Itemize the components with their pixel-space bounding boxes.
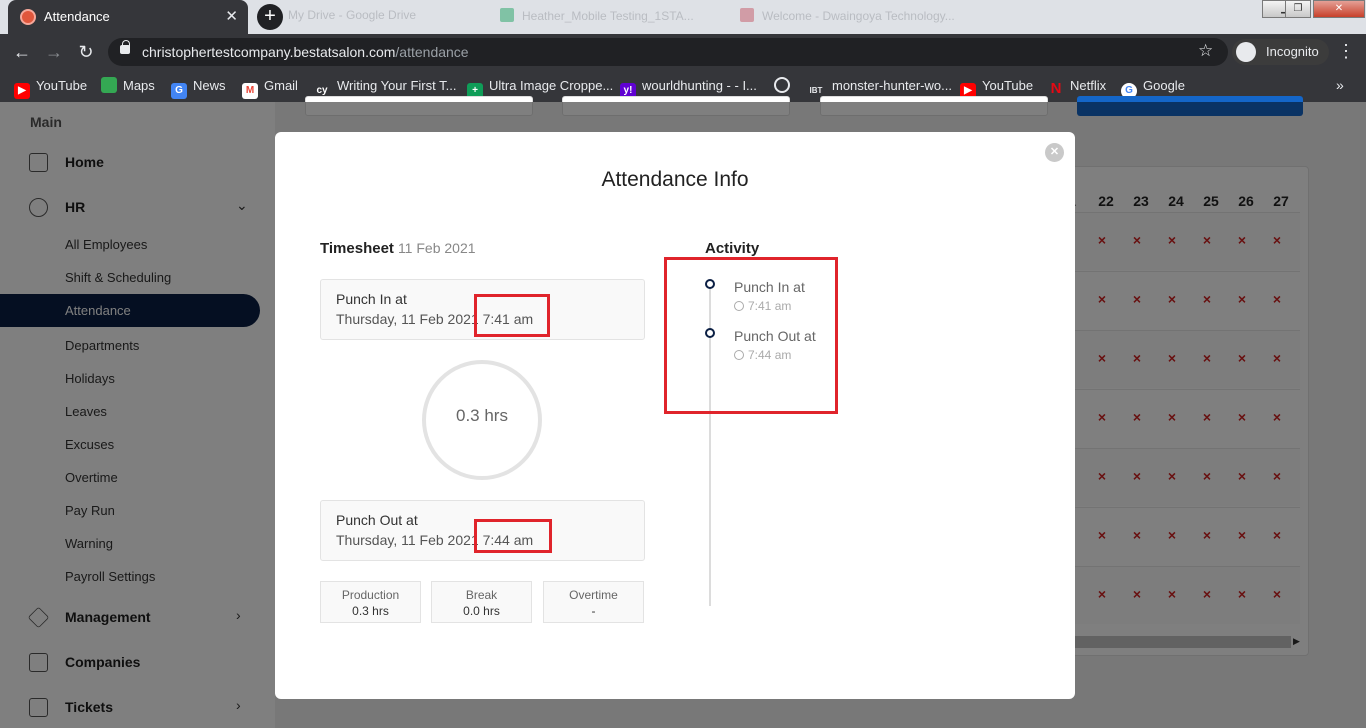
sheets-icon <box>500 8 514 22</box>
attendance-info-modal: ✕ Attendance Info Timesheet 11 Feb 2021 P… <box>275 132 1075 699</box>
stat-break: Break 0.0 hrs <box>431 581 532 623</box>
site-icon <box>740 8 754 22</box>
browser-menu-icon[interactable]: ⋮ <box>1337 42 1355 60</box>
browser-tab-attendance[interactable]: Attendance ✕ <box>8 0 248 34</box>
bookmarks-overflow-icon[interactable]: » <box>1336 77 1344 93</box>
bookmark-maps[interactable]: Maps <box>101 77 155 95</box>
close-icon[interactable]: ✕ <box>1045 143 1064 162</box>
stat-production: Production 0.3 hrs <box>320 581 421 623</box>
globe-icon <box>774 77 790 93</box>
incognito-badge[interactable]: Incognito <box>1232 39 1329 65</box>
netflix-icon: N <box>1050 80 1062 97</box>
new-tab-button[interactable]: + <box>257 4 283 30</box>
stat-overtime: Overtime - <box>543 581 644 623</box>
bookmark-ultra-image[interactable]: + Ultra Image Croppe... <box>467 77 613 99</box>
bookmark-google[interactable]: G Google <box>1121 77 1185 99</box>
bookmark-youtube-2[interactable]: ▶ YouTube <box>960 77 1033 99</box>
activity-heading: Activity <box>705 240 760 257</box>
highlight-box <box>664 257 838 414</box>
tab-title: Attendance <box>44 9 110 24</box>
hours-circle: 0.3 hrs <box>422 360 542 480</box>
gmail-icon: M <box>242 83 258 99</box>
address-bar[interactable]: christophertestcompany.bestatsalon.com/a… <box>108 38 1228 66</box>
address-bar-url: christophertestcompany.bestatsalon.com/a… <box>142 44 469 60</box>
modal-title: Attendance Info <box>601 168 749 191</box>
news-icon: G <box>171 83 187 99</box>
browser-toolbar: ← → ↻ christophertestcompany.bestatsalon… <box>0 34 1366 70</box>
timesheet-date: 11 Feb 2021 <box>397 240 476 256</box>
bookmark-writing[interactable]: cy Writing Your First T... <box>313 77 456 96</box>
bookmark-monster-hunter[interactable]: IBT monster-hunter-wo... <box>806 77 952 95</box>
punch-out-label: Punch Out at <box>336 512 418 528</box>
bookmark-netflix[interactable]: N Netflix <box>1048 77 1107 97</box>
bookmark-news[interactable]: G News <box>171 77 226 99</box>
window-close-button[interactable]: ✕ <box>1313 0 1365 18</box>
youtube-icon: ▶ <box>14 83 30 99</box>
bookmark-wourldhunting[interactable]: y! wourldhunting - - I... <box>620 77 757 99</box>
bookmark-gmail[interactable]: M Gmail <box>242 77 298 99</box>
browser-tab-background[interactable]: My Drive - Google Drive <box>288 8 468 26</box>
site-favicon-icon <box>20 9 36 25</box>
app-root: Main Home HR ⌄ All Employees Shift & Sch… <box>0 96 1366 728</box>
timesheet-heading: Timesheet 11 Feb 2021 <box>320 240 476 257</box>
highlight-box <box>474 294 550 337</box>
punch-in-label: Punch In at <box>336 291 407 307</box>
back-arrow-icon[interactable]: ← <box>10 40 34 64</box>
window-maximize-button[interactable]: ❐ <box>1285 0 1311 18</box>
bookmark-globe[interactable] <box>774 77 796 95</box>
bookmark-star-icon[interactable]: ☆ <box>1198 41 1213 61</box>
forward-arrow-icon[interactable]: → <box>42 40 66 64</box>
bookmark-youtube[interactable]: ▶ YouTube <box>14 77 87 99</box>
tab-close-icon[interactable]: ✕ <box>225 7 238 25</box>
browser-tab-background[interactable]: Heather_Mobile Testing_1STA... <box>500 8 710 26</box>
incognito-icon <box>1236 42 1256 62</box>
lock-icon <box>120 40 130 54</box>
reload-icon[interactable]: ↻ <box>74 40 98 64</box>
browser-tabstrip: Attendance ✕ + My Drive - Google Drive H… <box>0 0 1366 34</box>
browser-tab-background[interactable]: Welcome - Dwaingoya Technology... <box>740 8 955 26</box>
highlight-box <box>474 519 552 553</box>
maps-icon <box>101 77 117 93</box>
hours-worked: 0.3 hrs <box>456 406 508 425</box>
